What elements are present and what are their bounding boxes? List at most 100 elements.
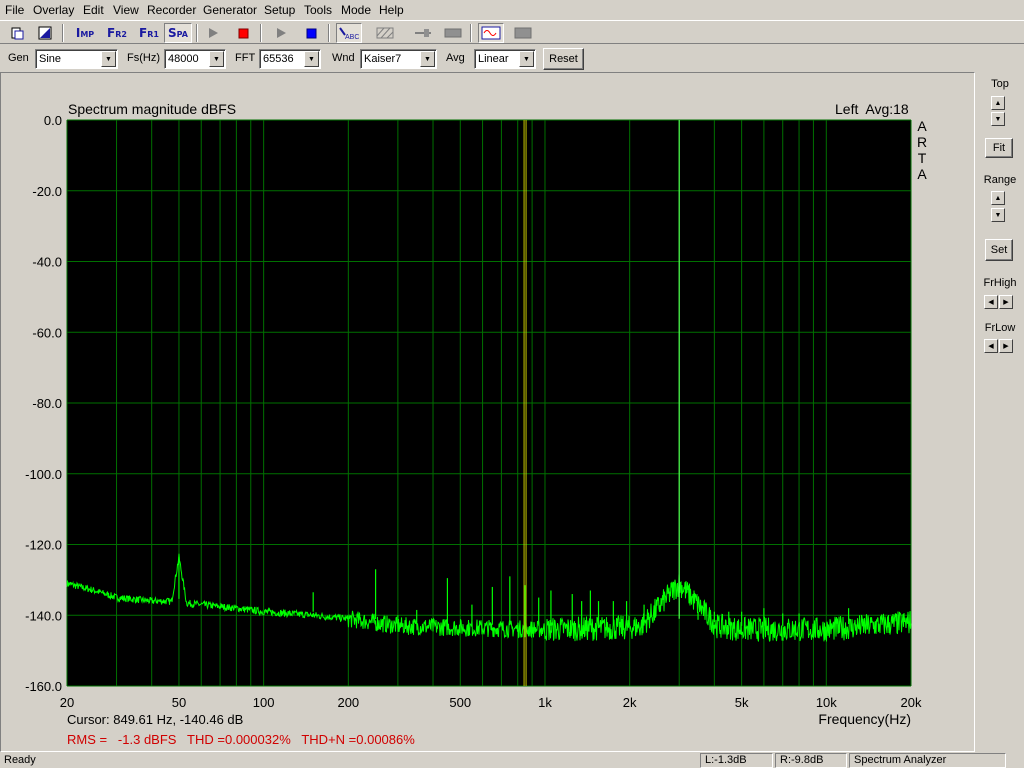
y-tick-label: -60.0	[32, 325, 62, 340]
fs-select[interactable]: 48000 ▼	[164, 49, 226, 69]
y-tick-label: -140.0	[25, 608, 62, 623]
y-tick-label: -80.0	[32, 396, 62, 411]
avg-label: Avg	[446, 52, 465, 64]
menu-mode[interactable]: Mode	[341, 3, 371, 17]
toolbar-separator	[470, 24, 472, 42]
arta-watermark: ARTA	[917, 118, 927, 182]
y-tick-label: -40.0	[32, 255, 62, 270]
x-axis-ticks: 20 50 100 200 500 1k 2k 5k 10k 20k	[60, 695, 922, 710]
watermark-letter: R	[917, 134, 927, 150]
y-tick-label: -20.0	[32, 184, 62, 199]
record-stop-button[interactable]	[232, 23, 254, 43]
y-tick-label: 0.0	[44, 113, 62, 128]
right-control-panel: Top ▲ ▼ Fit Range ▲ ▼ Set FrHigh ◀ ▶ FrL…	[976, 72, 1024, 752]
range-up-button[interactable]: ▲	[991, 191, 1005, 205]
frlow-right-button[interactable]: ▶	[999, 339, 1013, 353]
overlay-icon	[38, 26, 52, 40]
spa-mode-button[interactable]: SPA	[164, 23, 192, 43]
gen-value: Sine	[39, 53, 62, 65]
scope-button[interactable]	[510, 23, 536, 43]
play-button[interactable]	[202, 23, 224, 43]
frhigh-right-button[interactable]: ▶	[999, 295, 1013, 309]
avg-value: Linear	[478, 53, 509, 65]
abc-button[interactable]: ABC	[336, 23, 362, 43]
chevron-down-icon[interactable]: ▼	[420, 51, 435, 67]
play-icon	[209, 28, 218, 38]
fft-select[interactable]: 65536 ▼	[259, 49, 321, 69]
fit-button[interactable]: Fit	[985, 138, 1013, 158]
frhigh-label: FrHigh	[983, 277, 1017, 289]
menu-generator[interactable]: Generator	[203, 3, 257, 17]
toolbar-separator	[62, 24, 64, 42]
meter-button[interactable]	[442, 23, 464, 43]
measurement-readout: RMS = -1.3 dBFS THD =0.000032% THD+N =0.…	[67, 732, 415, 747]
x-tick-label: 10k	[816, 695, 837, 710]
window-value: Kaiser7	[364, 53, 402, 65]
watermark-letter: A	[917, 166, 927, 182]
fr1-mode-button[interactable]: FR1	[134, 23, 164, 43]
menu-overlay[interactable]: Overlay	[33, 3, 74, 17]
frhigh-left-button[interactable]: ◀	[984, 295, 998, 309]
set-button[interactable]: Set	[985, 239, 1013, 261]
sine-wave-icon	[481, 26, 501, 40]
slider-button[interactable]	[412, 23, 434, 43]
new-file-icon	[11, 27, 24, 40]
gen-select[interactable]: Sine ▼	[35, 49, 118, 69]
range-down-button[interactable]: ▼	[991, 208, 1005, 222]
avg-select[interactable]: Linear ▼	[474, 49, 536, 69]
slider-icon	[415, 29, 431, 37]
arrow-down-icon: ▼	[994, 211, 1002, 219]
x-tick-label: 500	[449, 695, 471, 710]
scope-icon	[514, 27, 532, 39]
x-tick-label: 2k	[623, 695, 637, 710]
hatch-button[interactable]	[374, 23, 396, 43]
watermark-letter: T	[918, 150, 927, 166]
menu-bar: File Overlay Edit View Recorder Generato…	[0, 0, 1024, 20]
fft-value: 65536	[263, 53, 294, 65]
y-tick-label: -120.0	[25, 538, 62, 553]
menu-help[interactable]: Help	[379, 3, 404, 17]
status-bar: Ready L:-1.3dB R:-9.8dB Spectrum Analyze…	[0, 752, 1024, 768]
overlay-button[interactable]	[34, 23, 56, 43]
reset-button[interactable]: Reset	[543, 48, 584, 70]
wnd-label: Wnd	[332, 52, 355, 64]
arrow-down-icon: ▼	[994, 115, 1002, 123]
new-file-button[interactable]	[6, 23, 28, 43]
status-right-level: R:-9.8dB	[775, 753, 847, 768]
x-tick-label: 100	[253, 695, 275, 710]
x-tick-label: 200	[337, 695, 359, 710]
imp-mode-button[interactable]: IMP	[70, 23, 100, 43]
chevron-down-icon[interactable]: ▼	[519, 51, 534, 67]
meter-icon	[444, 28, 462, 38]
hatch-icon	[376, 27, 394, 39]
arrow-left-icon: ◀	[988, 343, 994, 350]
menu-file[interactable]: File	[5, 3, 24, 17]
channel-avg-label: Left Avg:18	[835, 101, 909, 117]
menu-edit[interactable]: Edit	[83, 3, 104, 17]
top-down-button[interactable]: ▼	[991, 112, 1005, 126]
svg-text:ABC: ABC	[345, 34, 359, 40]
menu-recorder[interactable]: Recorder	[147, 3, 196, 17]
chevron-down-icon[interactable]: ▼	[304, 51, 319, 67]
generator-stop-button[interactable]	[300, 23, 322, 43]
menu-tools[interactable]: Tools	[304, 3, 332, 17]
menu-view[interactable]: View	[113, 3, 139, 17]
sine-generator-button[interactable]	[478, 23, 504, 43]
chevron-down-icon[interactable]: ▼	[209, 51, 224, 67]
generator-play-button[interactable]	[270, 23, 292, 43]
arrow-right-icon: ▶	[1003, 343, 1009, 350]
spectrum-chart[interactable]: Spectrum magnitude dBFS Left Avg:18 0.0 -…	[1, 73, 974, 751]
x-tick-label: 1k	[538, 695, 552, 710]
abc-icon: ABC	[339, 27, 359, 40]
fr2-mode-button[interactable]: FR2	[102, 23, 132, 43]
frlow-left-button[interactable]: ◀	[984, 339, 998, 353]
top-up-button[interactable]: ▲	[991, 96, 1005, 110]
chart-title: Spectrum magnitude dBFS	[68, 101, 236, 117]
stop-icon	[306, 28, 317, 39]
control-bar: Gen Sine ▼ Fs(Hz) 48000 ▼ FFT 65536 ▼ Wn…	[0, 45, 1024, 71]
fs-value: 48000	[168, 53, 199, 65]
arrow-up-icon: ▲	[994, 99, 1002, 107]
menu-setup[interactable]: Setup	[264, 3, 295, 17]
window-select[interactable]: Kaiser7 ▼	[360, 49, 437, 69]
chevron-down-icon[interactable]: ▼	[101, 51, 116, 67]
